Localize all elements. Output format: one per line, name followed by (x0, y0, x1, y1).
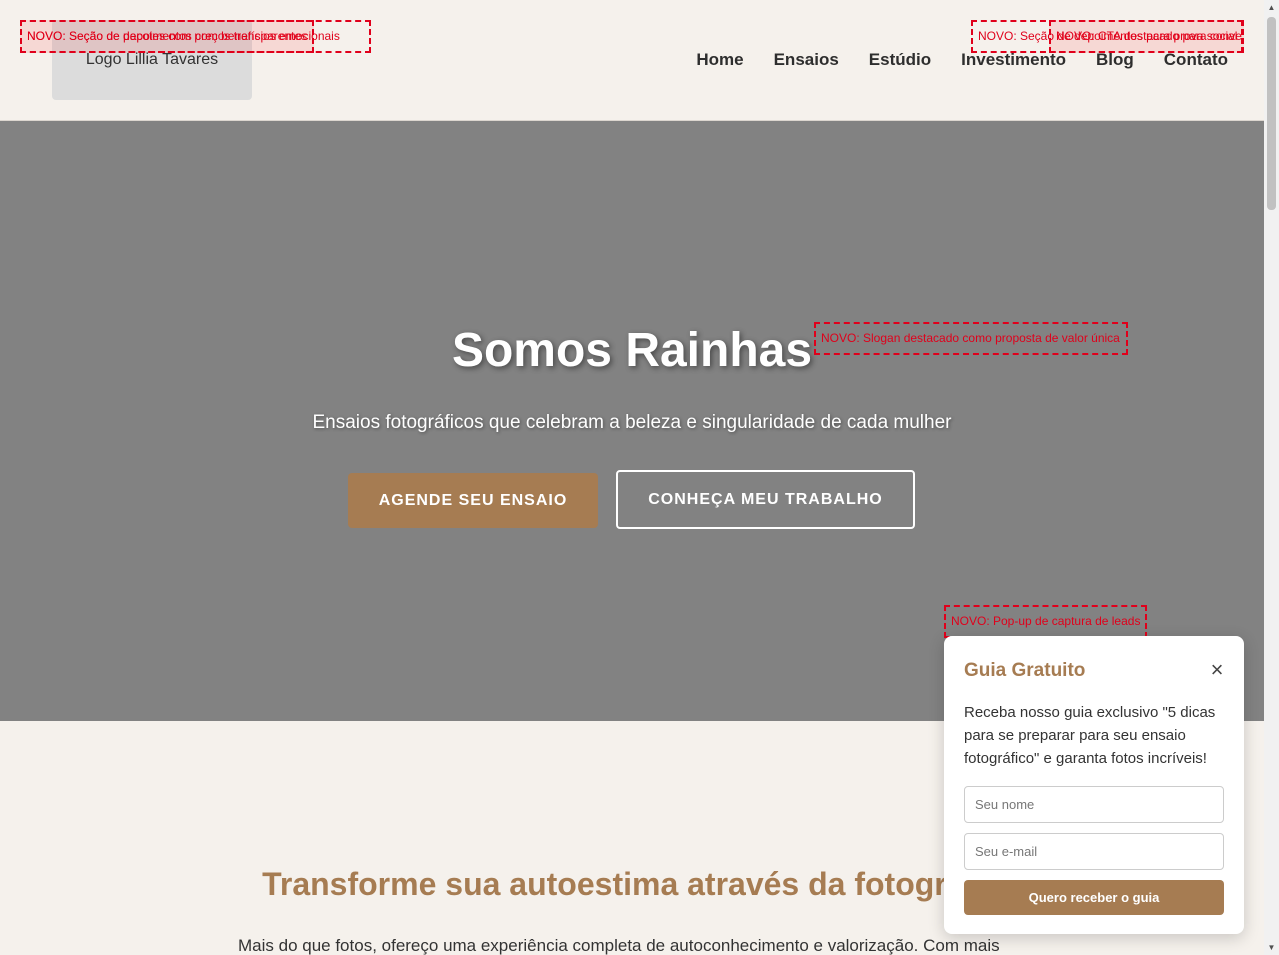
nav-blog[interactable]: Blog (1096, 50, 1134, 70)
main-nav: Home Ensaios Estúdio Investimento Blog C… (666, 50, 1228, 70)
annotation-tag: NOVO: Pop-up de captura de leads (944, 605, 1147, 638)
nav-contato[interactable]: Contato (1164, 50, 1228, 70)
close-icon[interactable]: × (1208, 659, 1226, 681)
scroll-up-icon[interactable]: ▲ (1264, 0, 1279, 15)
lead-capture-popup: Guia Gratuito × Receba nosso guia exclus… (944, 636, 1244, 934)
scrollbar[interactable]: ▲ ▼ (1264, 0, 1279, 955)
section-text: Mais do que fotos, ofereço uma experiênc… (238, 936, 1000, 955)
email-input[interactable] (964, 833, 1224, 870)
logo-text: Logo Lillia Tavares (85, 51, 219, 68)
annotation-tag: NOVO: Seção de pacotes com preços transp… (20, 20, 314, 53)
annotation-tag: NOVO: Slogan destacado como proposta de … (814, 322, 1128, 355)
nav-home[interactable]: Home (696, 50, 743, 70)
scroll-thumb[interactable] (1267, 17, 1276, 210)
popup-text: Receba nosso guia exclusivo "5 dicas par… (964, 704, 1216, 767)
nav-ensaios[interactable]: Ensaios (774, 50, 839, 70)
schedule-session-button[interactable]: AGENDE SEU ENSAIO (348, 473, 598, 528)
popup-title: Guia Gratuito (964, 660, 1086, 681)
view-work-button[interactable]: CONHEÇA MEU TRABALHO (616, 470, 915, 529)
site-header: Logo Lillia Tavares Home Ensaios Estúdio… (0, 0, 1264, 121)
nav-estudio[interactable]: Estúdio (869, 50, 931, 70)
get-guide-button[interactable]: Quero receber o guia (964, 880, 1224, 915)
nav-investimento[interactable]: Investimento (961, 50, 1066, 70)
name-input[interactable] (964, 786, 1224, 823)
annotation-tag: NOVO: CTA destacado para conversão (1049, 20, 1244, 53)
scroll-down-icon[interactable]: ▼ (1264, 940, 1279, 955)
hero-subtitle: Ensaios fotográficos que celebram a bele… (312, 412, 952, 433)
